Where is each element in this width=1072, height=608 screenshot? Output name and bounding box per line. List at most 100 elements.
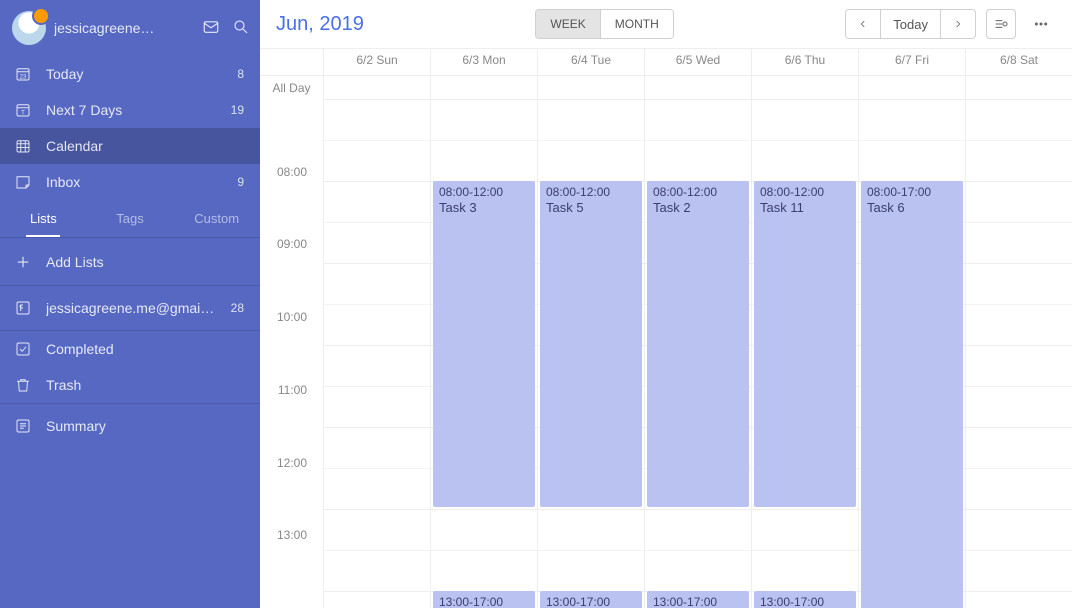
main: Jun, 2019 WEEK MONTH Today 6/2 Sun6/3 Mo… — [260, 0, 1072, 608]
filter-button[interactable] — [986, 9, 1016, 39]
account-label: jessicagreene.me@gmail.… — [46, 300, 217, 316]
calendar-event[interactable]: 13:00-17:00Task 1 — [433, 591, 535, 608]
notification-icon[interactable] — [202, 18, 220, 39]
day-header-cell: 6/4 Tue — [537, 49, 644, 75]
event-time: 08:00-17:00 — [867, 185, 957, 199]
day-column[interactable] — [965, 99, 1072, 608]
calendar-event[interactable]: 08:00-12:00Task 2 — [647, 181, 749, 507]
more-button[interactable] — [1026, 9, 1056, 39]
sidebar-item-calendar[interactable]: Calendar — [0, 128, 260, 164]
username[interactable]: jessicagreene… — [54, 20, 194, 36]
svg-text:T: T — [21, 111, 25, 117]
hour-label: 10:00 — [260, 310, 315, 383]
sidebar-account[interactable]: jessicagreene.me@gmail.… 28 — [0, 286, 260, 330]
day-header-cell: 6/2 Sun — [323, 49, 430, 75]
sidebar-item-next-7-days[interactable]: T Next 7 Days 19 — [0, 92, 260, 128]
day-column[interactable]: 08:00-12:00Task 3 13:00-17:00Task 1 — [430, 99, 537, 608]
event-title: Task 6 — [867, 200, 957, 215]
nav-label: Calendar — [46, 138, 103, 154]
view-toggle: WEEK MONTH — [535, 9, 673, 39]
tab-tags[interactable]: Tags — [87, 200, 174, 237]
nav-count: 8 — [237, 67, 244, 81]
day-column[interactable]: 08:00-12:00Task 2 13:00-17:00Task 12 — [644, 99, 751, 608]
allday-label: All Day — [260, 76, 323, 99]
hour-label: 09:00 — [260, 237, 315, 310]
event-time: 08:00-12:00 — [760, 185, 850, 199]
nav-label: Next 7 Days — [46, 102, 122, 118]
allday-cell[interactable] — [323, 76, 430, 99]
trash-icon — [14, 376, 32, 394]
calendar-event[interactable]: 13:00-17:00Task 4 — [540, 591, 642, 608]
calendar-event[interactable]: 08:00-12:00Task 3 — [433, 181, 535, 507]
hour-label: 08:00 — [260, 165, 315, 238]
prev-button[interactable] — [846, 10, 880, 38]
search-icon[interactable] — [232, 18, 250, 39]
calendar-event[interactable]: 08:00-17:00Task 6 — [861, 181, 963, 608]
event-time: 13:00-17:00 — [439, 595, 529, 608]
nav-icon: T — [14, 101, 32, 119]
event-title: Task 5 — [546, 200, 636, 215]
nav-count: 19 — [231, 103, 244, 117]
sidebar-tabs: Lists Tags Custom — [0, 200, 260, 238]
nav-count: 9 — [237, 175, 244, 189]
day-column[interactable]: 08:00-17:00Task 6 — [858, 99, 965, 608]
next-button[interactable] — [940, 10, 975, 38]
calendar-event[interactable]: 13:00-17:00Task 10 — [754, 591, 856, 608]
svg-text:23: 23 — [20, 75, 27, 81]
day-header: 6/2 Sun6/3 Mon6/4 Tue6/5 Wed6/6 Thu6/7 F… — [260, 49, 1072, 75]
hour-label: 11:00 — [260, 383, 315, 456]
avatar[interactable] — [12, 11, 46, 45]
filter-icon — [993, 16, 1009, 32]
account-count: 28 — [231, 301, 244, 315]
event-time: 08:00-12:00 — [653, 185, 743, 199]
view-month[interactable]: MONTH — [600, 10, 673, 38]
event-time: 08:00-12:00 — [439, 185, 529, 199]
allday-cell[interactable] — [965, 76, 1072, 99]
sidebar-completed[interactable]: Completed — [0, 331, 260, 367]
today-button[interactable]: Today — [880, 10, 940, 38]
event-time: 13:00-17:00 — [546, 595, 636, 608]
event-title: Task 2 — [653, 200, 743, 215]
calendar-event[interactable]: 13:00-17:00Task 12 — [647, 591, 749, 608]
allday-cell[interactable] — [537, 76, 644, 99]
allday-cell[interactable] — [430, 76, 537, 99]
calendar-event[interactable]: 08:00-12:00Task 5 — [540, 181, 642, 507]
date-nav: Today — [845, 9, 976, 39]
add-lists[interactable]: Add Lists — [0, 238, 260, 286]
day-header-cell: 6/6 Thu — [751, 49, 858, 75]
event-time: 13:00-17:00 — [760, 595, 850, 608]
day-header-cell: 6/5 Wed — [644, 49, 751, 75]
grid-columns[interactable]: 08:00-12:00Task 313:00-17:00Task 108:00-… — [323, 99, 1072, 608]
completed-label: Completed — [46, 341, 114, 357]
view-week[interactable]: WEEK — [536, 10, 599, 38]
allday-cell[interactable] — [751, 76, 858, 99]
more-icon — [1033, 16, 1049, 32]
calendar-event[interactable]: 08:00-12:00Task 11 — [754, 181, 856, 507]
nav-icon — [14, 137, 32, 155]
sidebar-trash[interactable]: Trash — [0, 367, 260, 403]
day-column[interactable] — [323, 99, 430, 608]
event-title: Task 3 — [439, 200, 529, 215]
nav-icon — [14, 173, 32, 191]
tab-custom[interactable]: Custom — [173, 200, 260, 237]
allday-cell[interactable] — [644, 76, 751, 99]
nav-icon: 23 — [14, 65, 32, 83]
check-icon — [14, 340, 32, 358]
allday-cell[interactable] — [858, 76, 965, 99]
summary-label: Summary — [46, 418, 106, 434]
sidebar-summary[interactable]: Summary — [0, 404, 260, 448]
nav-label: Today — [46, 66, 83, 82]
day-column[interactable]: 08:00-12:00Task 11 13:00-17:00Task 10 — [751, 99, 858, 608]
day-column[interactable]: 08:00-12:00Task 5 13:00-17:00Task 4 — [537, 99, 644, 608]
topbar: Jun, 2019 WEEK MONTH Today — [260, 0, 1072, 48]
tab-lists[interactable]: Lists — [0, 200, 87, 237]
day-header-cell: 6/8 Sat — [965, 49, 1072, 75]
sidebar: jessicagreene… 23 Today 8 T Next 7 Days 19 Cal… — [0, 0, 260, 608]
sidebar-item-today[interactable]: 23 Today 8 — [0, 56, 260, 92]
hour-labels: 07:0008:0009:0010:0011:0012:0013:00 — [260, 99, 323, 608]
day-header-cell: 6/3 Mon — [430, 49, 537, 75]
sidebar-item-inbox[interactable]: Inbox9 — [0, 164, 260, 200]
day-header-cell: 6/7 Fri — [858, 49, 965, 75]
sidebar-header: jessicagreene… — [0, 0, 260, 56]
hour-label: 13:00 — [260, 528, 315, 601]
